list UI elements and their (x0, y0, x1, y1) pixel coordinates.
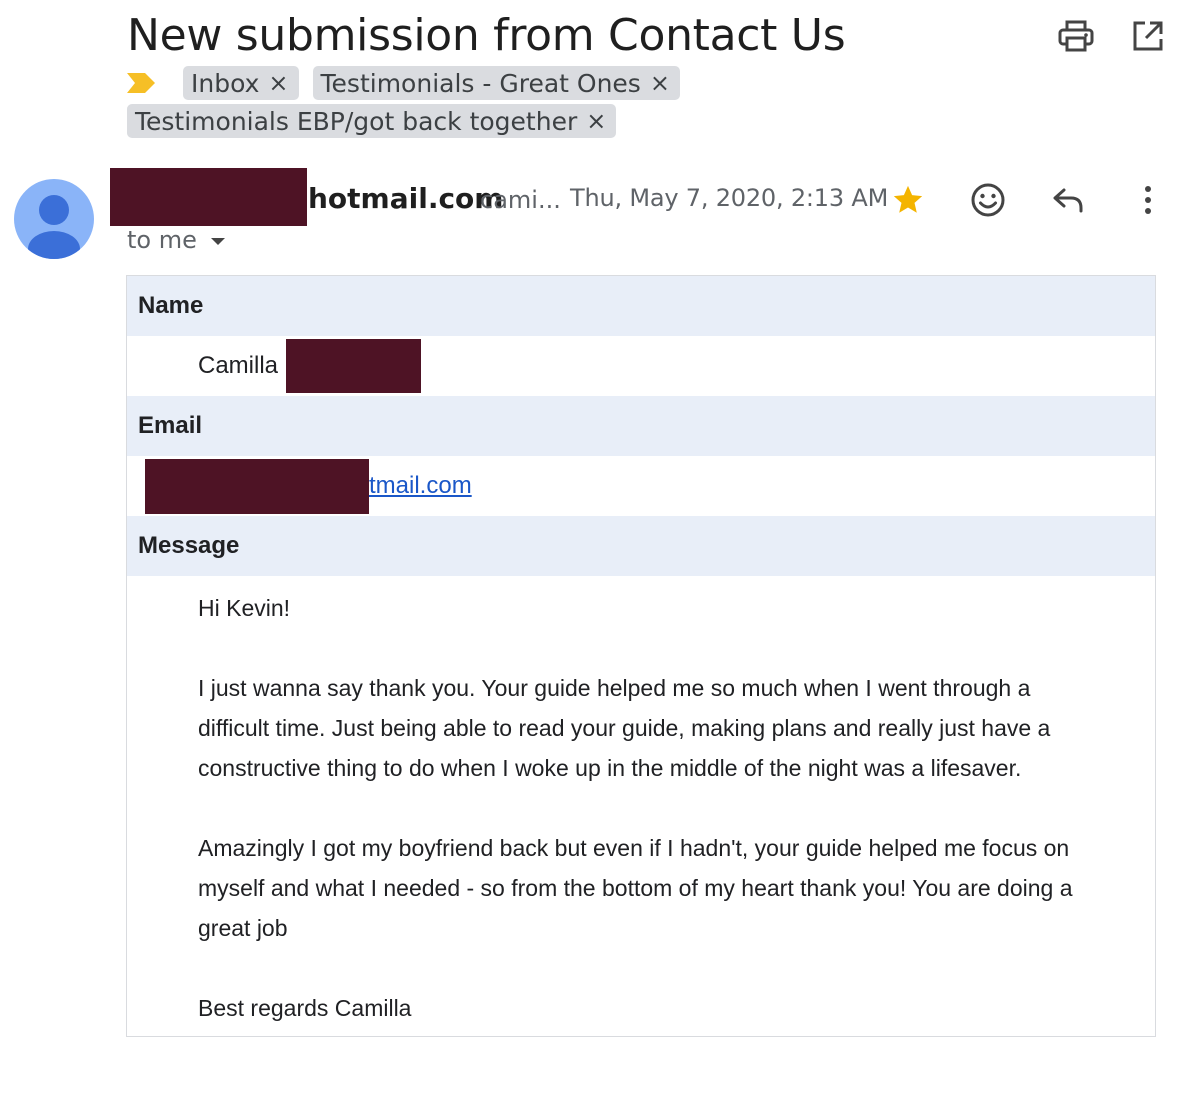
email-subject: New submission from Contact Us (127, 10, 846, 61)
email-field-row: tmail.com (127, 456, 1155, 516)
name-field-row: Camilla (127, 336, 1155, 396)
message-line: Hi Kevin! (198, 595, 291, 621)
email-field-link[interactable]: tmail.com (369, 456, 472, 516)
label-chip-inbox: Inbox × (183, 66, 299, 100)
labels-row: Testimonials EBP/got back together × (127, 104, 630, 138)
remove-label-icon[interactable]: × (268, 71, 288, 95)
label-chip-text: Testimonials - Great Ones (320, 68, 641, 98)
chevron-down-icon (210, 237, 225, 245)
sender-email-truncated: cami... (480, 186, 561, 214)
recipient-details-toggle[interactable]: to me (127, 226, 225, 254)
message-line: Best regards Camilla (198, 995, 412, 1021)
labels-row: Inbox × Testimonials - Great Ones × (127, 66, 694, 100)
emoji-reaction-button[interactable] (966, 178, 1010, 222)
message-line: myself and what I needed - so from the b… (198, 875, 1073, 901)
remove-label-icon[interactable]: × (650, 71, 670, 95)
recipient-text: to me (127, 226, 197, 254)
star-button[interactable] (886, 178, 930, 222)
email-date: Thu, May 7, 2020, 2:13 AM (570, 184, 889, 212)
sender-avatar[interactable] (14, 179, 94, 259)
name-field-label: Name (127, 276, 1155, 336)
more-vert-icon (1145, 186, 1151, 214)
message-field-label: Message (127, 516, 1155, 576)
message-line: I just wanna say thank you. Your guide h… (198, 675, 1031, 701)
star-icon (893, 185, 923, 213)
label-chip-testimonials-ebp: Testimonials EBP/got back together × (127, 104, 617, 138)
message-line: great job (198, 915, 288, 941)
label-chip-testimonials-great-ones: Testimonials - Great Ones × (312, 66, 680, 100)
emoji-reaction-icon (971, 183, 1005, 217)
message-line: constructive thing to do when I woke up … (198, 755, 1022, 781)
redacted-last-name (286, 339, 421, 393)
label-chip-text: Inbox (191, 68, 260, 98)
open-in-new-window-button[interactable] (1128, 16, 1168, 56)
redacted-sender-name (110, 168, 307, 226)
sender-email-domain[interactable]: hotmail.com (308, 182, 503, 215)
email-field-label: Email (127, 396, 1155, 456)
message-line: difficult time. Just being able to read … (198, 715, 1051, 741)
person-icon (28, 195, 80, 259)
remove-label-icon[interactable]: × (586, 109, 606, 133)
reply-button[interactable] (1046, 178, 1090, 222)
redacted-email-local-part (145, 459, 369, 514)
print-button[interactable] (1056, 16, 1096, 56)
message-line: Amazingly I got my boyfriend back but ev… (198, 835, 1070, 861)
reply-icon (1053, 188, 1083, 213)
importance-marker-icon[interactable] (127, 73, 155, 93)
open-in-new-window-icon (1133, 21, 1163, 51)
submission-table: Name Camilla Email tmail.com Message Hi … (126, 275, 1156, 1037)
more-options-button[interactable] (1126, 178, 1170, 222)
print-icon (1058, 20, 1094, 52)
label-chip-text: Testimonials EBP/got back together (135, 106, 578, 136)
name-field-value: Camilla (198, 352, 279, 379)
